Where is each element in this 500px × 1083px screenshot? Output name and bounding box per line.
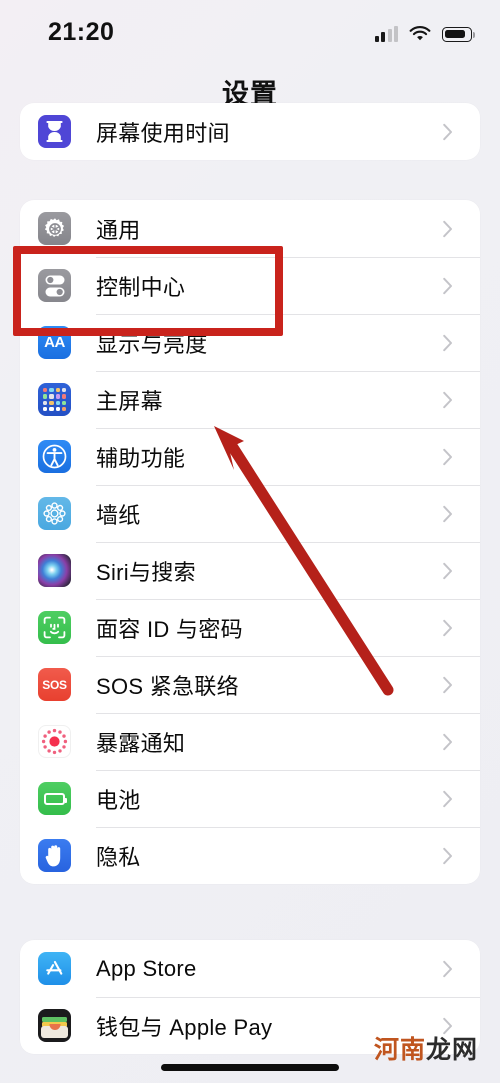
settings-row-label: Siri与搜索 [96,559,196,585]
chevron-right-icon [443,790,453,807]
watermark: 河南龙网 [374,1030,478,1066]
settings-row-label: 主屏幕 [96,388,163,414]
watermark-dark-text: 龙网 [425,1036,478,1064]
iphone-settings-screen: 21:20 设置 屏幕使用时间 通用 控制中心 AA 显示与亮度 主屏幕 辅助功… [0,0,500,1083]
settings-row-accessibility[interactable]: 辅助功能 [20,428,480,485]
cellular-signal-icon [374,26,398,42]
chevron-right-icon [443,448,453,465]
privacy-hand-icon [38,839,71,872]
chevron-right-icon [443,277,453,294]
settings-row-exposure-notifications[interactable]: 暴露通知 [20,713,480,770]
settings-row-label: 屏幕使用时间 [96,120,230,146]
settings-row-label: SOS 紧急联络 [96,673,239,699]
settings-row-label: 辅助功能 [96,445,186,471]
settings-row-label: 墙纸 [96,502,141,528]
battery-icon [442,27,475,42]
annotation-highlight-rectangle [13,246,283,336]
home-indicator[interactable] [161,1064,339,1071]
status-bar-indicators [374,20,475,42]
wifi-icon [409,26,431,42]
chevron-right-icon [443,123,453,140]
face-id-icon [38,611,71,644]
chevron-right-icon [443,334,453,351]
settings-row-screen-time[interactable]: 屏幕使用时间 [20,103,480,160]
exposure-notification-icon [38,725,71,758]
chevron-right-icon [443,676,453,693]
settings-row-label: 电池 [96,787,141,813]
chevron-right-icon [443,733,453,750]
chevron-right-icon [443,562,453,579]
settings-row-label: 暴露通知 [96,730,186,756]
status-bar: 21:20 [0,0,500,60]
watermark-orange-text: 河南 [373,1036,426,1064]
siri-icon [38,554,71,587]
settings-row-emergency-sos[interactable]: SOS SOS 紧急联络 [20,656,480,713]
settings-row-wallpaper[interactable]: 墙纸 [20,485,480,542]
app-store-icon [38,952,71,985]
chevron-right-icon [443,220,453,237]
wallpaper-icon [38,497,71,530]
settings-row-battery[interactable]: 电池 [20,770,480,827]
settings-row-label: 面容 ID 与密码 [96,616,243,642]
chevron-right-icon [443,847,453,864]
emergency-sos-icon: SOS [38,668,71,701]
general-gear-icon [38,212,71,245]
settings-row-privacy[interactable]: 隐私 [20,827,480,884]
battery-settings-icon [38,782,71,815]
chevron-right-icon [443,505,453,522]
settings-row-label: App Store [96,955,197,981]
settings-group-screentime: 屏幕使用时间 [20,103,480,160]
chevron-right-icon [443,391,453,408]
screen-time-icon [38,115,71,148]
accessibility-icon [38,440,71,473]
wallet-icon [38,1009,71,1042]
chevron-right-icon [443,960,453,977]
settings-row-home-screen[interactable]: 主屏幕 [20,371,480,428]
settings-row-label: 通用 [96,217,141,243]
settings-row-face-id-passcode[interactable]: 面容 ID 与密码 [20,599,480,656]
settings-row-siri-search[interactable]: Siri与搜索 [20,542,480,599]
settings-row-label: 钱包与 Apple Pay [96,1014,273,1040]
home-screen-icon [38,383,71,416]
settings-row-label: 隐私 [96,844,141,870]
chevron-right-icon [443,619,453,636]
settings-row-app-store[interactable]: App Store [20,940,480,997]
status-bar-clock: 21:20 [48,18,115,46]
